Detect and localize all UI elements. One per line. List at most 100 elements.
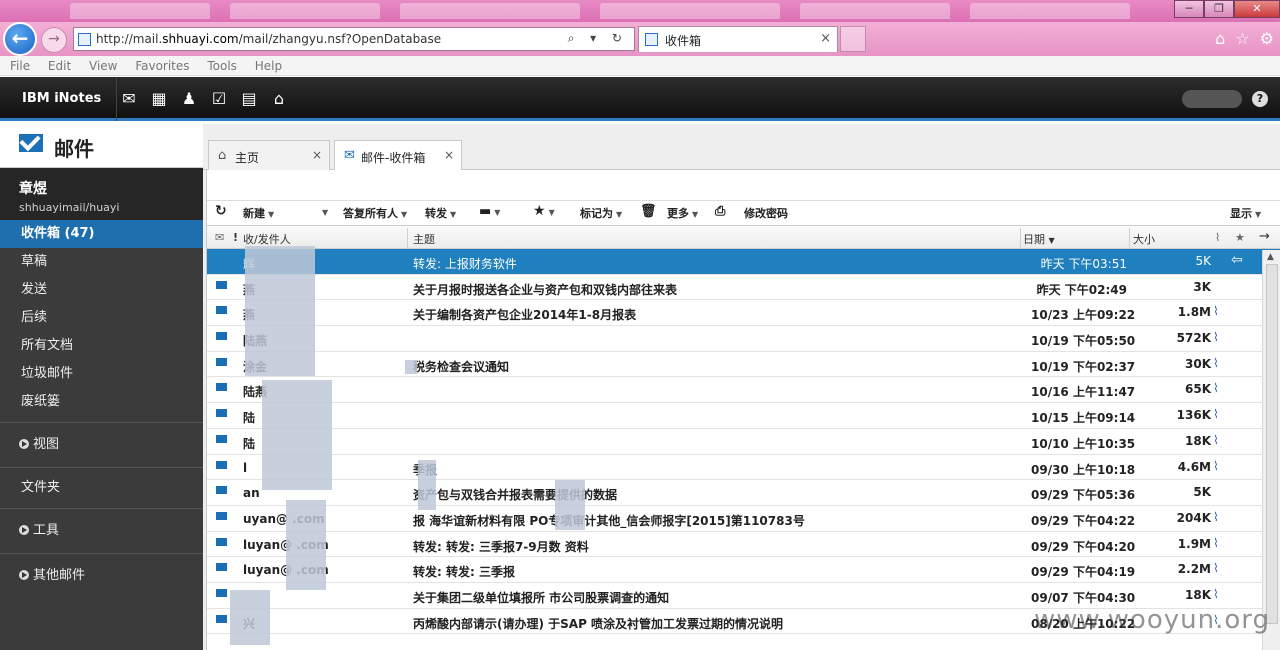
show-button[interactable]: 显示 ▼	[1230, 205, 1261, 221]
address-tools[interactable]: ⌕ ▾ ↻	[568, 31, 628, 46]
column-divider[interactable]	[407, 228, 408, 248]
background-browser-tab[interactable]	[800, 3, 950, 19]
date-column[interactable]: 日期 ▼	[1023, 231, 1055, 247]
more-button[interactable]: 更多 ▼	[667, 205, 698, 221]
home-icon[interactable]: ⌂	[270, 89, 288, 108]
close-tab-icon[interactable]: ×	[312, 148, 322, 162]
address-bar[interactable]: http://mail.shhuayi.com/mail/zhangyu.nsf…	[73, 27, 635, 51]
forward-button[interactable]: 转发 ▼	[425, 205, 456, 221]
print-icon[interactable]: ⎙	[715, 204, 725, 219]
background-browser-tab[interactable]	[600, 3, 780, 19]
reply-menu-icon[interactable]: ▼	[319, 205, 328, 218]
back-button[interactable]: ←	[3, 22, 37, 56]
scrollbar[interactable]: ▲	[1262, 250, 1280, 650]
star-icon[interactable]: ★ ▼	[533, 203, 555, 219]
scroll-up-icon[interactable]: ▲	[1267, 252, 1274, 262]
menu-edit[interactable]: Edit	[48, 56, 71, 76]
table-row[interactable]: 辉转发: 上报财务软件昨天 下午03:515K⇦	[207, 249, 1280, 275]
reply-all-button[interactable]: 答复所有人 ▼	[343, 205, 407, 221]
browser-tab-active[interactable]: 收件箱 ×	[638, 26, 838, 52]
new-tab-button[interactable]	[840, 26, 866, 52]
sidebar-item-inbox[interactable]: 收件箱 (47)	[0, 220, 203, 248]
tab-inbox[interactable]: ✉ 邮件-收件箱 ×	[334, 140, 462, 171]
table-row[interactable]: luyan@ .com转发: 转发: 三季报7-9月数 资料09/29 下午04…	[207, 532, 1280, 558]
expand-icon	[19, 570, 29, 580]
sidebar-other-mail[interactable]: 其他邮件	[0, 560, 203, 592]
sidebar-item-junk[interactable]: 垃圾邮件	[0, 360, 203, 388]
help-icon[interactable]: ?	[1252, 91, 1268, 107]
background-browser-tab[interactable]	[400, 3, 580, 19]
settings-gear-icon[interactable]: ⚙	[1260, 29, 1274, 48]
column-divider[interactable]	[1020, 228, 1021, 248]
menu-file[interactable]: File	[10, 56, 30, 76]
table-row[interactable]: 陆燕 10/16 上午11:47 65K ⌇	[207, 377, 1280, 404]
mail-icon[interactable]: ✉	[120, 89, 138, 108]
sidebar-tools[interactable]: 工具	[0, 515, 203, 547]
background-browser-tab[interactable]	[970, 3, 1130, 19]
calendar-icon[interactable]: ▦	[150, 89, 168, 108]
background-browser-tab[interactable]	[70, 3, 210, 19]
sidebar-item-all-documents[interactable]: 所有文档	[0, 332, 203, 360]
sidebar-item-trash[interactable]: 废纸篓	[0, 388, 203, 416]
user-name: 章煜	[19, 181, 47, 197]
tab-home[interactable]: ⌂ 主页 ×	[208, 140, 330, 170]
change-password-button[interactable]: 修改密码	[744, 205, 788, 221]
sidebar-folders[interactable]: 文件夹	[0, 474, 203, 502]
minimize-button[interactable]: ─	[1174, 0, 1204, 18]
todo-icon[interactable]: ☑	[210, 89, 228, 108]
table-row[interactable]: 陆 10/10 上午10:35 18K ⌇	[207, 429, 1280, 455]
tab-home-label: 主页	[235, 151, 260, 165]
table-row[interactable]: 涂金税务检查会议通知10/19 下午02:3730K⌇	[207, 352, 1280, 378]
sidebar-item-drafts[interactable]: 草稿	[0, 248, 203, 276]
table-row[interactable]: l季报09/30 上午10:184.6M⌇	[207, 455, 1280, 481]
close-tab-icon[interactable]: ×	[444, 148, 454, 162]
mark-as-button[interactable]: 标记为 ▼	[580, 205, 622, 221]
subject-column[interactable]: 主题	[413, 231, 435, 247]
maximize-button[interactable]: ❐	[1204, 0, 1234, 18]
new-button[interactable]: 新建 ▼	[243, 205, 274, 221]
envelope-column-icon[interactable]: ✉	[215, 231, 224, 244]
arrow-right-icon[interactable]: →	[1259, 229, 1270, 244]
table-row[interactable]: 燕关于月报时报送各企业与资产包和双钱内部往来表昨天 下午02:493K	[207, 275, 1280, 301]
table-row[interactable]: 陆燕10/19 下午05:50572K⌇	[207, 326, 1280, 352]
forward-button[interactable]: →	[41, 27, 67, 53]
message-date: 10/19 下午05:50	[1031, 334, 1136, 349]
table-row[interactable]: an 资产包与双钱合并报表需要提供的数据 09/29 下午05:36 5K	[207, 480, 1280, 506]
close-window-button[interactable]: ✕	[1234, 0, 1280, 18]
message-subject: 报 海华谊新材料有限 PO专项审计其他_信会师报字[2015]第110783号	[413, 513, 805, 528]
table-row[interactable]: uyan@ .com 报 海华谊新材料有限 PO专项审计其他_信会师报字[2015…	[207, 506, 1280, 532]
sidebar-item-sent[interactable]: 发送	[0, 276, 203, 304]
contacts-icon[interactable]: ♟	[180, 89, 198, 108]
sender-column[interactable]: 收/发件人	[243, 231, 291, 247]
table-row[interactable]: luyan@ .com转发: 转发: 三季报09/29 下午04:192.2M⌇	[207, 557, 1280, 583]
table-row[interactable]: 陆 10/15 上午09:14 136K ⌇	[207, 403, 1280, 429]
refresh-icon[interactable]: ↻	[215, 203, 227, 219]
trash-icon[interactable]: 🗑	[640, 204, 657, 219]
column-divider[interactable]	[1129, 228, 1130, 248]
background-browser-tab[interactable]	[230, 3, 380, 19]
sidebar-item-followup[interactable]: 后续	[0, 304, 203, 332]
scrollbar-thumb[interactable]	[1266, 264, 1278, 624]
menu-help[interactable]: Help	[255, 56, 282, 76]
importance-column[interactable]: !	[233, 231, 238, 244]
menu-tools[interactable]: Tools	[207, 56, 237, 76]
attachment-column-icon[interactable]: ⌇	[1215, 231, 1220, 244]
notebook-icon[interactable]: ▤	[240, 89, 258, 108]
reply-arrow-icon[interactable]: ⇦	[1231, 252, 1243, 268]
favorites-star-icon[interactable]: ☆	[1235, 29, 1249, 48]
date-column-label: 日期	[1023, 233, 1045, 246]
close-tab-icon[interactable]: ×	[820, 31, 831, 46]
sidebar-views[interactable]: 视图	[0, 429, 203, 461]
folder-icon[interactable]: ▬ ▼	[479, 204, 500, 219]
menu-view[interactable]: View	[89, 56, 117, 76]
user-menu[interactable]	[1182, 90, 1242, 108]
home-icon[interactable]: ⌂	[1215, 29, 1225, 48]
size-column[interactable]: 大小	[1133, 231, 1155, 247]
star-column-icon[interactable]: ★	[1235, 231, 1245, 244]
table-row[interactable]: 燕关于编制各资产包企业2014年1-8月报表10/23 上午09:221.8M⌇	[207, 300, 1280, 327]
address-url[interactable]: http://mail.shhuayi.com/mail/zhangyu.nsf…	[96, 32, 441, 46]
envelope-icon	[216, 588, 227, 597]
menu-favorites[interactable]: Favorites	[135, 56, 189, 76]
redaction-block	[262, 380, 332, 490]
browser-menubar: File Edit View Favorites Tools Help	[0, 56, 1280, 76]
